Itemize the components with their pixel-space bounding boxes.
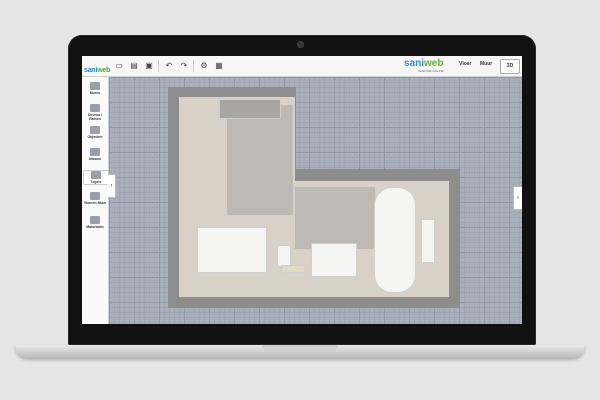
builtin-icon (90, 148, 100, 156)
brand-tagline: SANITAIR ONLINE (418, 69, 444, 73)
radiator[interactable] (421, 219, 435, 263)
door-icon (90, 104, 100, 112)
view-floor-button[interactable]: Vloer (459, 61, 472, 67)
tiles-icon (91, 171, 101, 179)
sidebar-item-floors[interactable]: Vloeren Muur (83, 192, 107, 205)
print-icon[interactable]: ▦ (213, 60, 225, 72)
sidebar-item-label: Vloeren Muur (83, 201, 107, 205)
sidebar-item-label: Objecten (87, 135, 103, 139)
tool-sidebar: Muren Deuren / Ramen Objecten Inbouw Teg… (82, 77, 109, 324)
sidebar-item-walls[interactable]: Muren (83, 82, 107, 95)
app-logo: saniweb (84, 59, 111, 74)
view-3d-button[interactable]: 3D (500, 59, 520, 74)
app-screen: saniweb ▭ ▤ ▣ ↶ ↷ ⚙ ▦ saniweb SANITAIR O… (82, 56, 522, 324)
toolbar-divider (193, 60, 194, 72)
sidebar-item-label: Inbouw (88, 157, 102, 161)
redo-icon[interactable]: ↷ (178, 60, 190, 72)
camera-icon (298, 42, 303, 47)
design-canvas[interactable] (109, 77, 522, 324)
logo-part2: web (97, 67, 111, 74)
open-icon[interactable]: ▤ (128, 60, 140, 72)
undo-icon[interactable]: ↶ (163, 60, 175, 72)
toilet[interactable] (277, 245, 291, 267)
sidebar-item-materials[interactable]: Materialen (83, 216, 107, 229)
brand-part1: sani (404, 58, 425, 69)
sidebar-item-label: Materialen (86, 225, 104, 229)
new-file-icon[interactable]: ▭ (113, 60, 125, 72)
bathtub[interactable] (374, 187, 416, 293)
sidebar-item-objects[interactable]: Objecten (83, 126, 107, 139)
materials-icon (90, 216, 100, 224)
tiled-wall (227, 105, 293, 215)
mat (281, 265, 305, 273)
toolbar-divider (158, 60, 159, 72)
bench[interactable] (311, 243, 357, 277)
brand-part2: web (424, 58, 444, 69)
walls-icon (90, 82, 100, 90)
sidebar-item-builtin[interactable]: Inbouw (83, 148, 107, 161)
floor-icon (90, 192, 100, 200)
sidebar-item-doors[interactable]: Deuren / Ramen (83, 104, 107, 121)
tiled-wall-east (295, 187, 375, 249)
brand-logo: saniweb SANITAIR ONLINE (404, 58, 446, 74)
sidebar-item-label: Muren (89, 91, 101, 95)
object-icon (90, 126, 100, 134)
sidebar-item-label: Deuren / Ramen (87, 113, 102, 121)
shower-head[interactable] (219, 99, 281, 119)
app-toolbar: saniweb ▭ ▤ ▣ ↶ ↷ ⚙ ▦ saniweb SANITAIR O… (82, 56, 522, 77)
washbasin[interactable] (197, 227, 267, 273)
logo-part1: sani (84, 67, 98, 74)
laptop-notch (262, 345, 338, 351)
view-wall-button[interactable]: Muur (480, 61, 492, 67)
sidebar-item-tiles[interactable]: Tegels (83, 170, 109, 185)
sidebar-item-label: Tegels (90, 180, 102, 184)
save-icon[interactable]: ▣ (143, 60, 155, 72)
expand-panel-chevron-icon[interactable]: ‹ (513, 186, 522, 210)
settings-icon[interactable]: ⚙ (198, 60, 210, 72)
collapse-sidebar-chevron-icon[interactable]: › (108, 174, 116, 198)
